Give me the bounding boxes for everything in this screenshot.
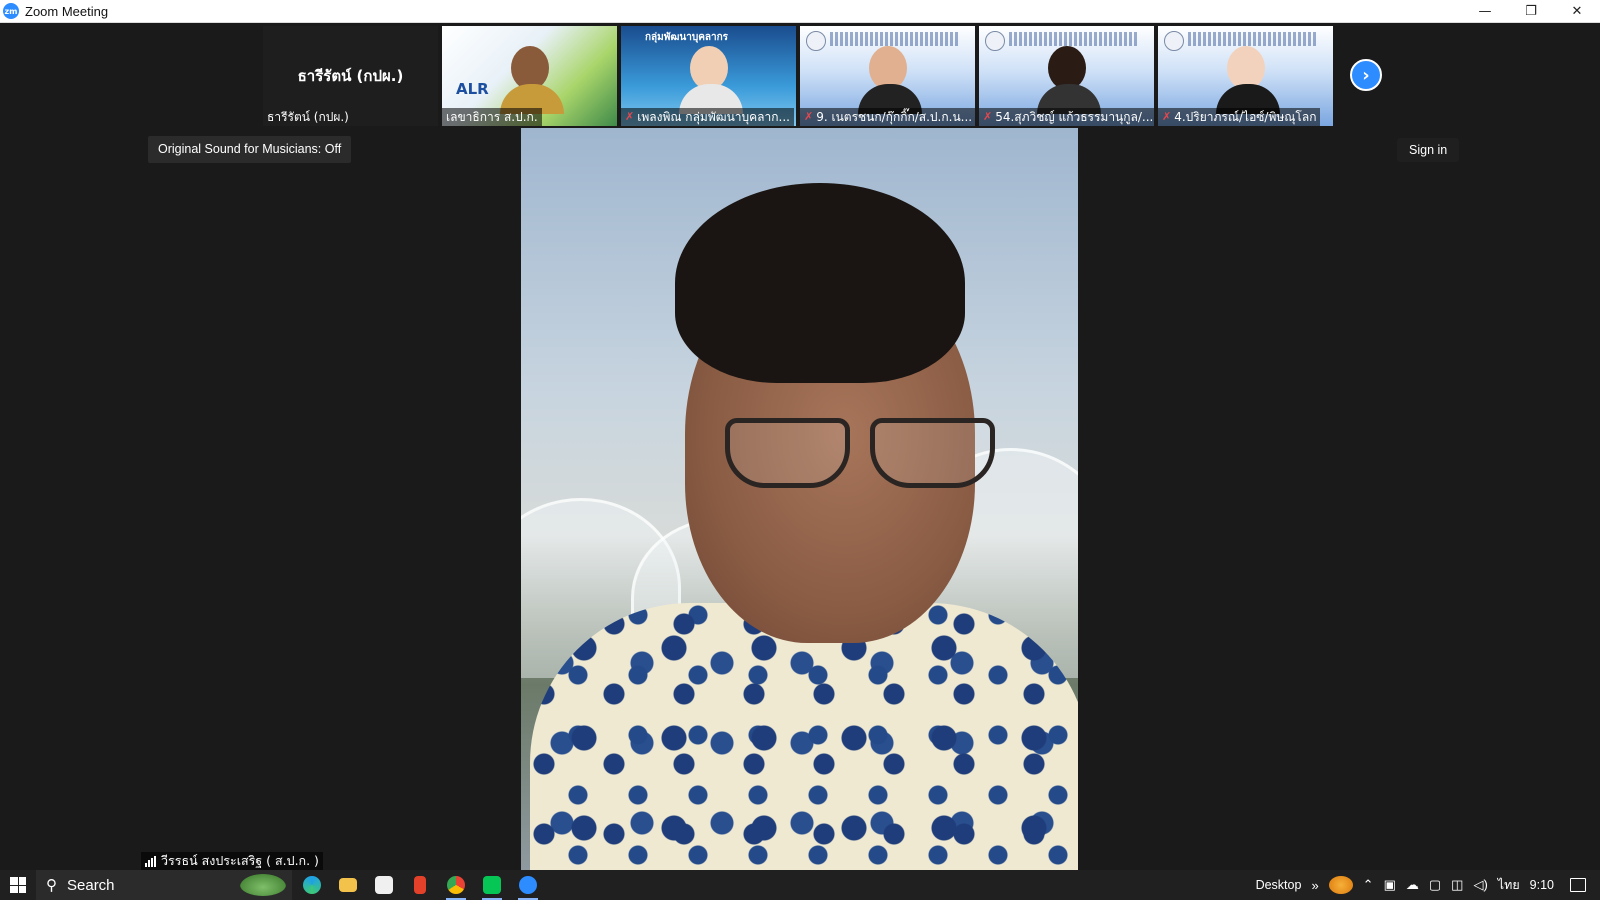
zoom-app[interactable] (510, 870, 546, 900)
weather-icon[interactable] (1328, 876, 1353, 894)
network-icon[interactable]: ◫ (1451, 877, 1463, 893)
notification-button[interactable] (1564, 870, 1592, 900)
participant-name-label: ✗ 54.สุภวิชญ์ แก้วธรรมานุกูล/... (979, 108, 1154, 126)
participant-name-label: ✗ 9. เนตรชนก/กุ๊กกิ๊ก/ส.ป.ก.น... (800, 108, 975, 126)
connection-signal-icon (145, 855, 156, 867)
line-icon (483, 876, 501, 894)
taskbar-search[interactable]: ⚲ Search (36, 870, 292, 900)
minimize-button[interactable]: — (1462, 0, 1508, 23)
glasses (710, 418, 1000, 488)
background-banner-text (1009, 32, 1139, 46)
participant-tile[interactable]: ✗ 54.สุภวิชญ์ แก้วธรรมานุกูล/... (979, 26, 1154, 126)
active-speaker-video (521, 128, 1078, 870)
search-highlight-image (240, 874, 286, 896)
participant-name: 4.ปริยาภรณ์/ไอซ์/พิษณุโลก (1174, 110, 1317, 124)
participant-video (857, 46, 922, 116)
participant-gallery: ธารีรัตน์ (กปผ.) ธารีรัตน์ (กปผ.) ALR เล… (263, 26, 1333, 126)
seal-icon (1164, 31, 1184, 51)
participant-video (499, 46, 564, 116)
speaker-figure (529, 183, 1078, 870)
restore-button[interactable]: ❐ (1508, 0, 1554, 23)
background-banner-text (1188, 32, 1318, 46)
pinned-apps (294, 870, 546, 900)
participant-display-name: ธารีรัตน์ (กปผ.) (297, 67, 404, 85)
background-banner-text (830, 32, 960, 46)
participant-name: ธารีรัตน์ (กปผ.) (267, 110, 349, 124)
participant-name: 9. เนตรชนก/กุ๊กกิ๊ก/ส.ป.ก.น... (816, 110, 973, 124)
close-button[interactable]: ✕ (1554, 0, 1600, 23)
search-label: Search (67, 876, 115, 894)
participant-video (1215, 46, 1280, 116)
participant-name: เพลงพิณ กลุ่มพัฒนาบุคลาก... (637, 110, 790, 124)
window-controls: — ❐ ✕ (1462, 0, 1600, 23)
start-button[interactable] (0, 870, 36, 900)
windows-taskbar: ⚲ Search Desktop » ⌃ ▣ ☁ ▢ ◫ ◁) ไทย 9:10 (0, 870, 1600, 900)
chrome-icon (447, 876, 465, 894)
display-icon[interactable]: ▢ (1429, 877, 1441, 893)
participant-name-label: ✗ เพลงพิณ กลุ่มพัฒนาบุคลาก... (621, 108, 794, 126)
toolbar-overflow-icon[interactable]: » (1311, 878, 1318, 893)
participant-tile[interactable]: ✗ 9. เนตรชนก/กุ๊กกิ๊ก/ส.ป.ก.น... (800, 26, 975, 126)
mic-muted-icon: ✗ (625, 110, 635, 123)
office-app[interactable] (402, 870, 438, 900)
cloud-icon[interactable]: ☁ (1406, 877, 1419, 893)
participant-tile[interactable]: ✗ 4.ปริยาภรณ์/ไอซ์/พิษณุโลก (1158, 26, 1333, 126)
zoom-icon (519, 876, 537, 894)
active-speaker-name-label: วีรรธน์ สงประเสริฐ ( ส.ป.ก. ) (141, 852, 323, 870)
chrome-app[interactable] (438, 870, 474, 900)
participant-name-label: เลขาธิการ ส.ป.ก. (442, 108, 542, 126)
seal-icon (985, 31, 1005, 51)
mic-muted-icon: ✗ (983, 110, 993, 123)
original-sound-status[interactable]: Original Sound for Musicians: Off (148, 136, 352, 163)
zoom-app-icon: zm (3, 3, 19, 19)
background-banner-text: กลุ่มพัฒนาบุคลากร (645, 32, 729, 43)
microsoft-store-app[interactable] (366, 870, 402, 900)
active-speaker-name: วีรรธน์ สงประเสริฐ ( ส.ป.ก. ) (161, 853, 319, 868)
participant-tile[interactable]: ธารีรัตน์ (กปผ.) ธารีรัตน์ (กปผ.) (263, 26, 438, 126)
participant-tile[interactable]: ALR เลขาธิการ ส.ป.ก. (442, 26, 617, 126)
store-icon (375, 876, 393, 894)
office-icon (414, 876, 426, 894)
line-app[interactable] (474, 870, 510, 900)
desktop-toolbar-label[interactable]: Desktop (1256, 878, 1302, 892)
edge-app[interactable] (294, 870, 330, 900)
chevron-up-icon[interactable]: ⌃ (1363, 877, 1374, 893)
search-icon: ⚲ (46, 877, 57, 894)
participant-name-label: ธารีรัตน์ (กปผ.) (263, 108, 353, 126)
alr-logo-text: ALR (456, 80, 489, 98)
file-explorer-app[interactable] (330, 870, 366, 900)
system-tray: Desktop » ⌃ ▣ ☁ ▢ ◫ ◁) ไทย 9:10 (1256, 870, 1600, 900)
windows-logo-icon (10, 877, 26, 893)
next-page-button[interactable]: › (1350, 59, 1382, 91)
participant-video (678, 46, 743, 116)
chevron-right-icon: › (1362, 64, 1370, 86)
edge-icon (303, 876, 321, 894)
sign-in-button[interactable]: Sign in (1397, 138, 1460, 162)
volume-icon[interactable]: ◁) (1473, 877, 1487, 893)
clock[interactable]: 9:10 (1530, 878, 1554, 892)
participant-name: เลขาธิการ ส.ป.ก. (446, 110, 538, 124)
input-language[interactable]: ไทย (1498, 875, 1520, 895)
participant-name: 54.สุภวิชญ์ แก้วธรรมานุกูล/... (995, 110, 1154, 124)
folder-icon (339, 878, 357, 892)
mic-muted-icon: ✗ (1162, 110, 1172, 123)
title-bar: zm Zoom Meeting — ❐ ✕ (0, 0, 1600, 23)
camera-icon[interactable]: ▣ (1384, 877, 1396, 893)
mic-muted-icon: ✗ (804, 110, 814, 123)
seal-icon (806, 31, 826, 51)
participant-tile[interactable]: กลุ่มพัฒนาบุคลากร ✗ เพลงพิณ กลุ่มพัฒนาบุ… (621, 26, 796, 126)
participant-video (1036, 46, 1101, 116)
window-title: Zoom Meeting (25, 3, 109, 19)
participant-name-label: ✗ 4.ปริยาภรณ์/ไอซ์/พิษณุโลก (1158, 108, 1321, 126)
notification-icon (1570, 878, 1586, 892)
